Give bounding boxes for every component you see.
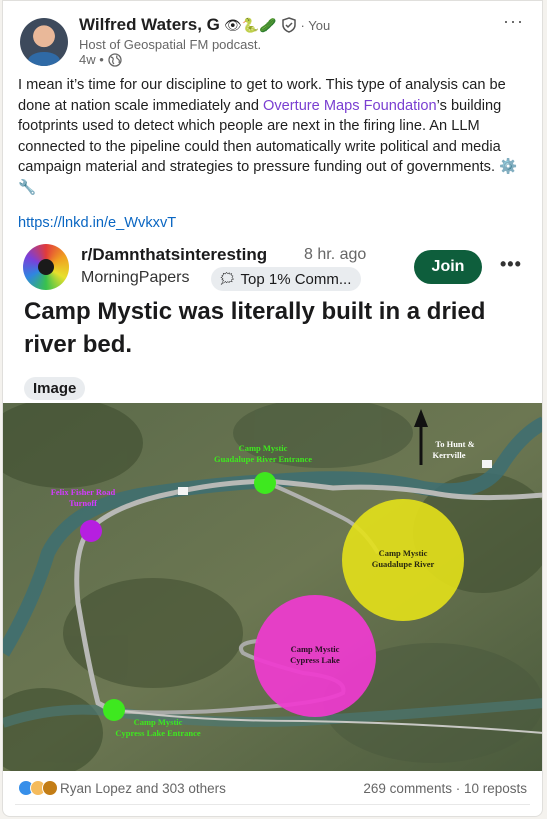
label-felix-2: Turnoff [69,498,97,508]
road-sign-1 [178,487,188,495]
reaction-icons [18,780,58,796]
post-time: 4w • [79,52,122,67]
badge-label: Top 1% Comm... [240,270,352,288]
support-icon [42,780,58,796]
engagement-counts: 269 comments · 10 reposts [363,781,527,796]
comments-count[interactable]: 269 comments [363,781,452,796]
reddit-post-time: 8 hr. ago [304,246,367,263]
subreddit-name: r/Damnthatsinteresting [81,245,268,264]
more-options-button[interactable]: ··· [503,11,524,32]
author-name[interactable]: Wilfred Waters, G [79,15,220,35]
author-headline: Host of Geospatial FM podcast. [79,37,262,52]
image-chip: Image [24,377,86,400]
reddit-username: MorningPapers [81,269,190,286]
subreddit-avatar [23,244,69,290]
counts-separator: · [451,781,464,796]
footer-divider [15,804,530,805]
satellite-map: Camp Mystic Guadalupe River Entrance Fel… [3,403,542,771]
join-button: Join [414,250,482,284]
embedded-screenshot[interactable]: r/Damnthatsinteresting 8 hr. ago Morning… [3,236,542,771]
guadalupe-entrance-marker [254,472,276,494]
you-tag: · You [300,17,331,33]
reactions-text: Ryan Lopez and 303 others [60,780,226,796]
reposts-count[interactable]: 10 reposts [464,781,527,796]
mention-link[interactable]: Overture Maps Foundation [263,98,437,114]
reddit-post-title: Camp Mystic was literally built in a dri… [24,298,486,358]
post-card: Wilfred Waters, G 👁🐍🥒 · You Host of Geos… [2,0,543,817]
label-cypress-entrance-2: Cypress Lake Entrance [115,728,201,738]
cypress-entrance-marker [103,699,125,721]
label-guadalupe-river-2: Guadalupe River [372,559,435,569]
speech-bubble-icon: 🗯 [219,271,236,286]
post-time-text: 4w • [79,52,104,67]
author-avatar[interactable] [20,18,68,66]
label-hunt-1: To Hunt & [435,439,474,449]
felix-turnoff-marker [80,520,102,542]
reddit-more-icon: ••• [500,254,522,274]
verified-shield-icon [281,17,297,33]
label-felix-1: Felix Fisher Road [51,487,116,497]
label-cypress-lake-2: Cypress Lake [290,655,340,665]
label-cypress-lake-1: Camp Mystic [291,644,340,654]
post-body: I mean it’s time for our discipline to g… [18,75,528,198]
label-guadalupe-entrance-1: Camp Mystic [239,443,288,453]
author-row: Wilfred Waters, G 👁🐍🥒 · You [79,15,330,35]
label-guadalupe-river-1: Camp Mystic [379,548,428,558]
reactions-summary[interactable]: Ryan Lopez and 303 others [18,780,226,796]
post-link[interactable]: https://lnkd.in/e_WvkxvT [18,215,176,231]
label-cypress-entrance-1: Camp Mystic [134,717,183,727]
label-hunt-2: Kerrville [432,450,465,460]
top-commenter-badge: 🗯 Top 1% Comm... [211,267,362,291]
road-sign-2 [482,460,492,468]
label-guadalupe-entrance-2: Guadalupe River Entrance [214,454,312,464]
globe-icon [108,52,122,67]
author-emojis: 👁🐍🥒 [223,16,277,33]
